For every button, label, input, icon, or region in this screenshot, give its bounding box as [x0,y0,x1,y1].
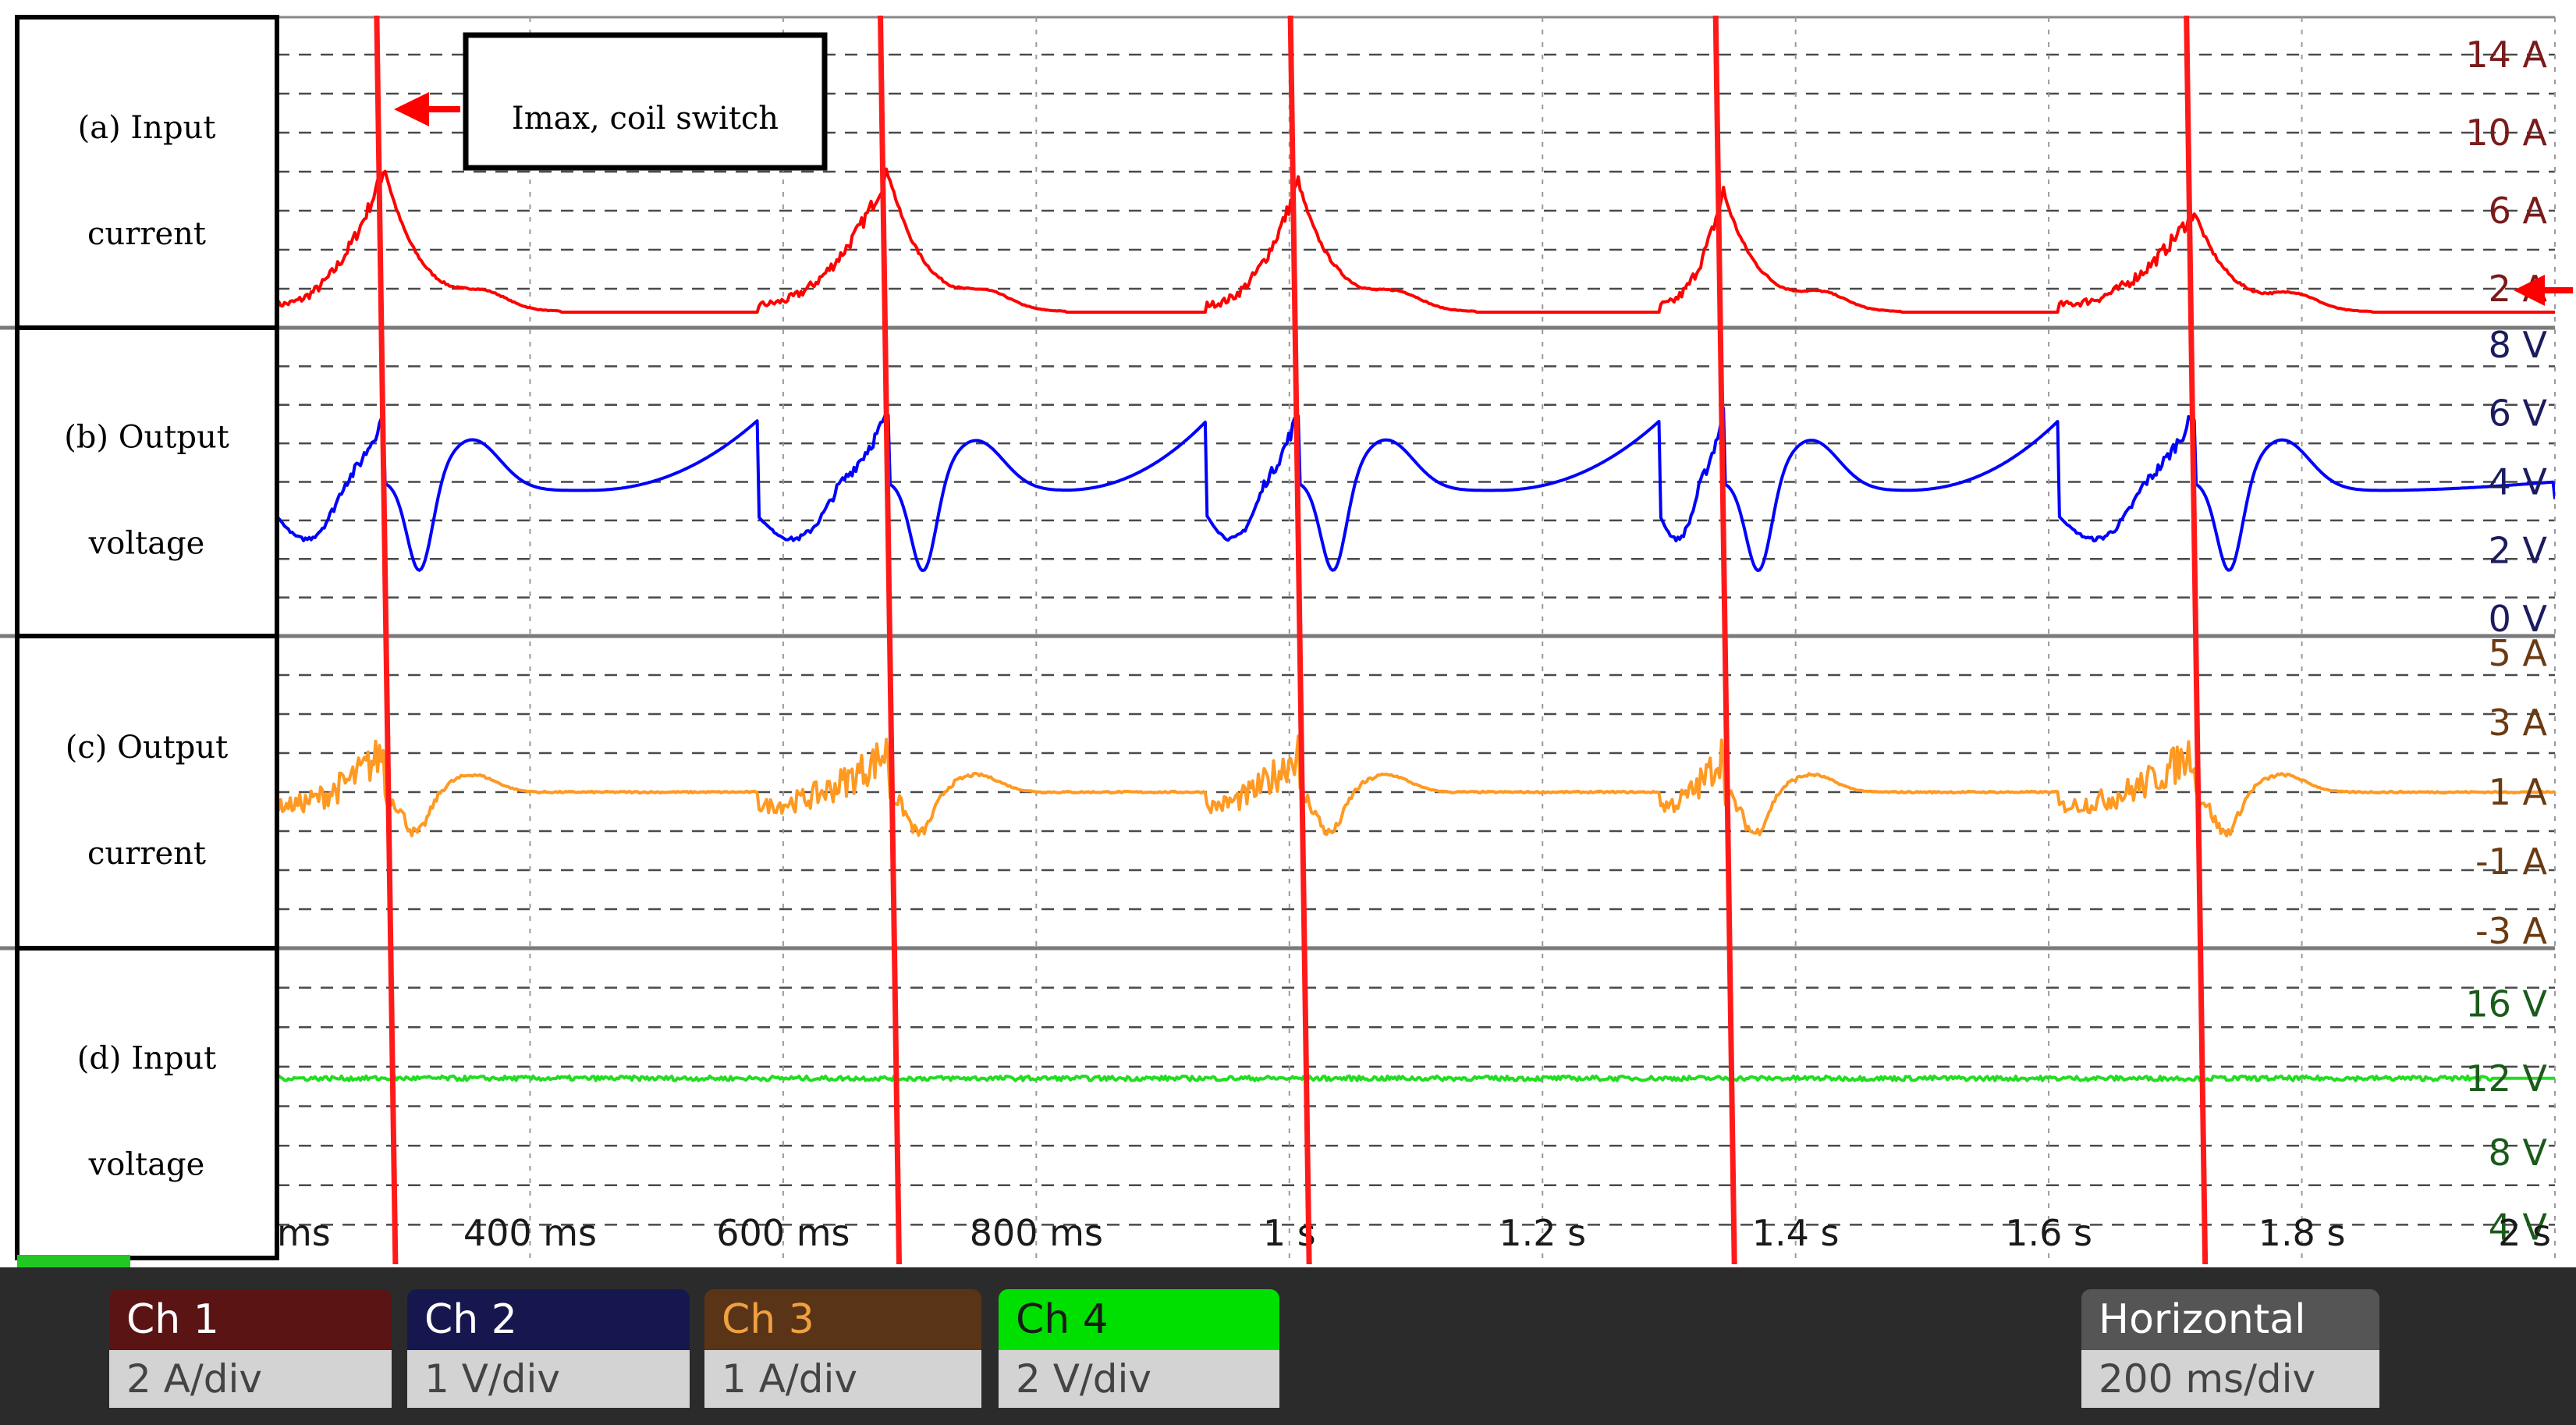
y-tick-label: 6 A [2489,190,2548,232]
y-tick-label: 8 V [2489,324,2548,366]
x-tick-label: 1.2 s [1499,1212,1586,1254]
channel-1-box[interactable]: Ch 12 A/div [109,1289,392,1418]
panel-label-box [15,325,279,638]
x-tick-label: 600 ms [716,1212,850,1254]
channel-scale: 1 V/div [407,1350,690,1408]
y-tick-label: 3 A [2489,702,2548,744]
y-tick-label: 6 V [2489,393,2548,435]
x-tick-label: 1.4 s [1752,1212,1840,1254]
channel-name: Ch 2 [407,1289,690,1350]
panel-label-boxes: (a) Input current (b) Output voltage (c) Out… [15,15,279,1260]
panel-label-line1: (a) Input [78,110,216,146]
y-tick-label: 8 V [2489,1132,2548,1174]
y-tick-label: 12 V [2465,1057,2547,1100]
y-tick-label: 4 V [2489,461,2548,503]
panel-label-line2: current [87,836,206,872]
panel-label-line1: (b) Output [64,420,229,456]
x-tick-label: 1.6 s [2005,1212,2092,1254]
channel-2-box[interactable]: Ch 21 V/div [407,1289,690,1418]
oscilloscope-plot: 14 A10 A6 A2 A8 V6 V4 V2 V0 V5 A3 A1 A-1… [0,0,2576,1269]
channel-name: Ch 4 [999,1289,1279,1350]
channel-name: Ch 1 [109,1289,392,1350]
panel-label-box [15,15,279,330]
y-tick-label: 5 A [2489,632,2548,674]
panel-label-box [15,946,279,1260]
channel-name: Ch 3 [704,1289,981,1350]
channel-scale: 2 A/div [109,1350,392,1408]
annotation-text: Imax, coil switch [512,101,779,137]
y-tick-label: 16 V [2465,983,2547,1025]
y-tick-label: -3 A [2475,910,2547,952]
horizontal-name: Horizontal [2081,1289,2379,1350]
x-tick-label: 800 ms [970,1212,1103,1254]
channel-scale: 2 V/div [999,1350,1279,1408]
panel-label-line1: (d) Input [77,1041,217,1077]
y-tick-label: 2 V [2489,529,2548,571]
y-tick-label: 1 A [2489,771,2548,813]
horizontal-box[interactable]: Horizontal 200 ms/div [2081,1289,2379,1418]
x-tick-label: 1.8 s [2258,1212,2346,1254]
panel-label-line1: (c) Output [66,730,228,766]
channel-4-box[interactable]: Ch 42 V/div [999,1289,1279,1418]
channel-status-bar: Ch 12 A/div Ch 21 V/div Ch 31 A/div Ch 42 V… [0,1267,2576,1425]
x-tick-label: 2 s [2498,1212,2551,1254]
y-tick-label: 14 A [2465,34,2547,76]
channel-scale: 1 A/div [704,1350,981,1408]
panel-label-line2: voltage [88,1147,205,1183]
panel-label-box [15,634,279,951]
x-tick-label: ms [277,1212,331,1254]
panel-label-line2: voltage [88,526,205,562]
x-tick-label: 400 ms [463,1212,597,1254]
y-tick-label: 10 A [2465,112,2547,154]
channel-3-box[interactable]: Ch 31 A/div [704,1289,981,1418]
y-tick-label: -1 A [2475,840,2547,883]
panel-label-line2: current [87,216,206,252]
horizontal-scale: 200 ms/div [2081,1350,2379,1408]
